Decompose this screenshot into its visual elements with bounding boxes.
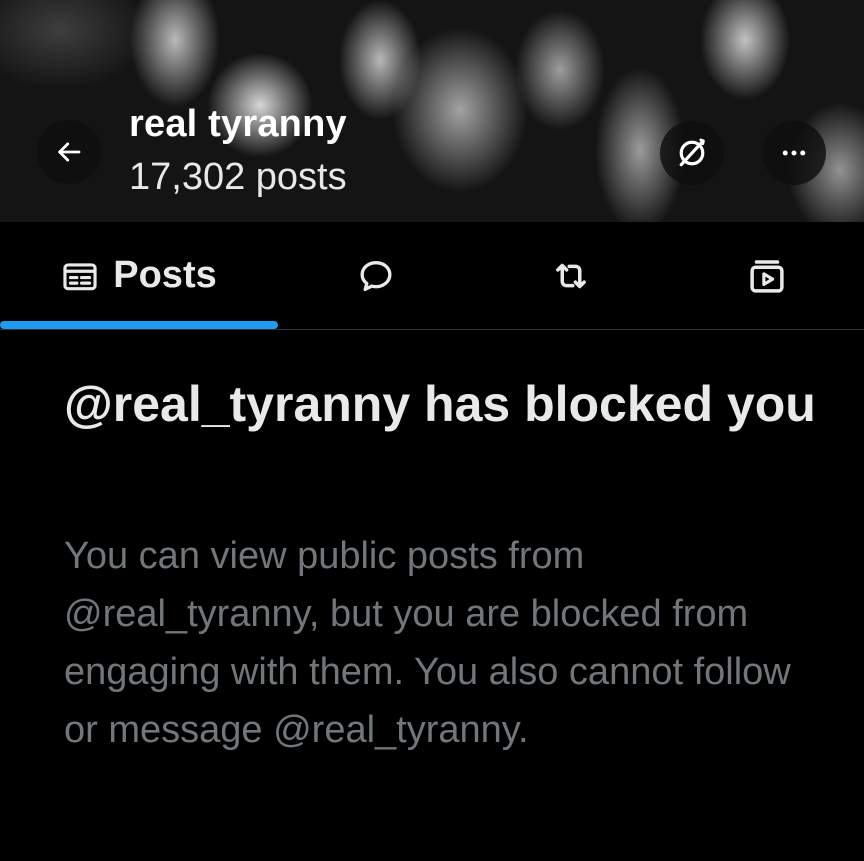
media-icon [749,259,784,293]
tab-media[interactable] [669,222,864,329]
profile-banner: real tyranny 17,302 posts [0,0,864,222]
profile-tabs: Posts [0,222,864,330]
blocked-title: @real_tyranny has blocked you [64,376,816,432]
reposts-icon [556,263,586,288]
active-tab-indicator [0,321,278,329]
more-button[interactable] [762,121,826,185]
tab-reposts[interactable] [473,222,669,329]
posts-icon [63,262,97,290]
sync-off-icon [679,138,705,167]
replies-icon [360,260,391,291]
tab-posts[interactable]: Posts [0,222,278,329]
post-count: 17,302 posts [129,156,347,198]
profile-name: real tyranny [129,103,347,145]
blocked-message: You can view public posts from @real_tyr… [64,535,791,751]
sync-button[interactable] [660,121,724,185]
tab-replies[interactable] [278,222,473,329]
arrow-left-icon [58,142,81,162]
tab-posts-label: Posts [113,254,217,296]
back-button[interactable] [37,120,101,184]
more-horizontal-icon [782,150,806,156]
